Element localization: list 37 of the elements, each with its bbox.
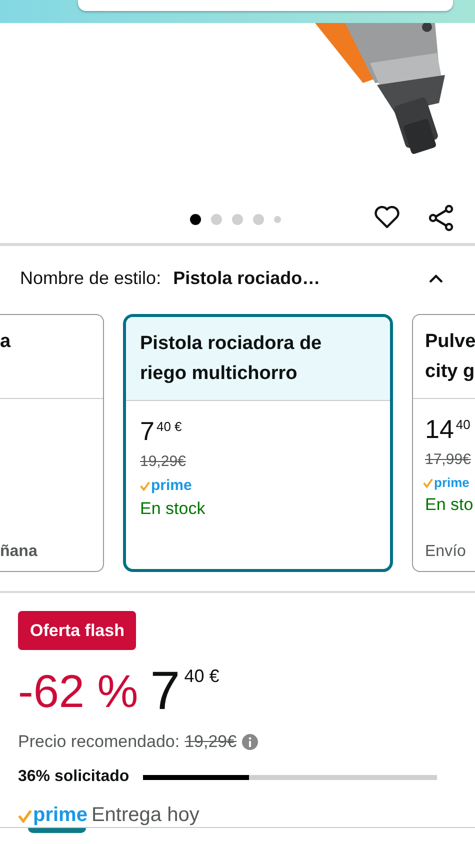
list-price: 17,99€ (425, 451, 471, 468)
list-price-label: Precio recomendado: (18, 732, 180, 752)
style-label: Nombre de estilo: (20, 268, 162, 289)
list-price: 19,29€ (184, 732, 237, 752)
search-field[interactable] (78, 0, 452, 11)
discount-text: -62 % (18, 664, 138, 718)
list-price: 19,29€ (140, 453, 186, 470)
page-dot[interactable] (211, 214, 222, 225)
page-dot[interactable] (253, 214, 264, 225)
card-title: Pistola rociadora de (140, 332, 323, 356)
info-icon[interactable] (242, 734, 258, 750)
delivery-text: ñana (0, 543, 38, 561)
check-icon (140, 480, 150, 490)
prime-label: prime (33, 804, 88, 827)
share-icon[interactable] (428, 204, 454, 232)
stock-status: En sto (425, 495, 474, 515)
delivery-text: Envío (425, 543, 466, 561)
page-dot[interactable] (190, 214, 201, 225)
delivery-text: Entrega hoy (91, 804, 200, 827)
check-icon (18, 808, 32, 822)
page-dot[interactable] (274, 216, 281, 223)
check-icon (423, 478, 433, 488)
heart-icon[interactable] (374, 205, 400, 229)
card-title: Pulve (425, 330, 475, 354)
tab-indicator (28, 828, 86, 833)
stock-status: En stock (140, 499, 206, 519)
claimed-label: 36% solicitado (18, 768, 130, 786)
style-value: Pistola rociado… (173, 268, 320, 289)
deal-badge: Oferta flash (18, 611, 136, 650)
style-card[interactable]: a ñana (0, 314, 104, 572)
caret-icon[interactable] (428, 274, 444, 284)
prime-label: prime (434, 475, 470, 490)
card-title: a (0, 330, 12, 354)
prime-label: prime (151, 477, 192, 494)
page-dot[interactable] (232, 214, 243, 225)
card-title: riego multichorro (140, 362, 298, 386)
card-title: city g (425, 360, 475, 384)
